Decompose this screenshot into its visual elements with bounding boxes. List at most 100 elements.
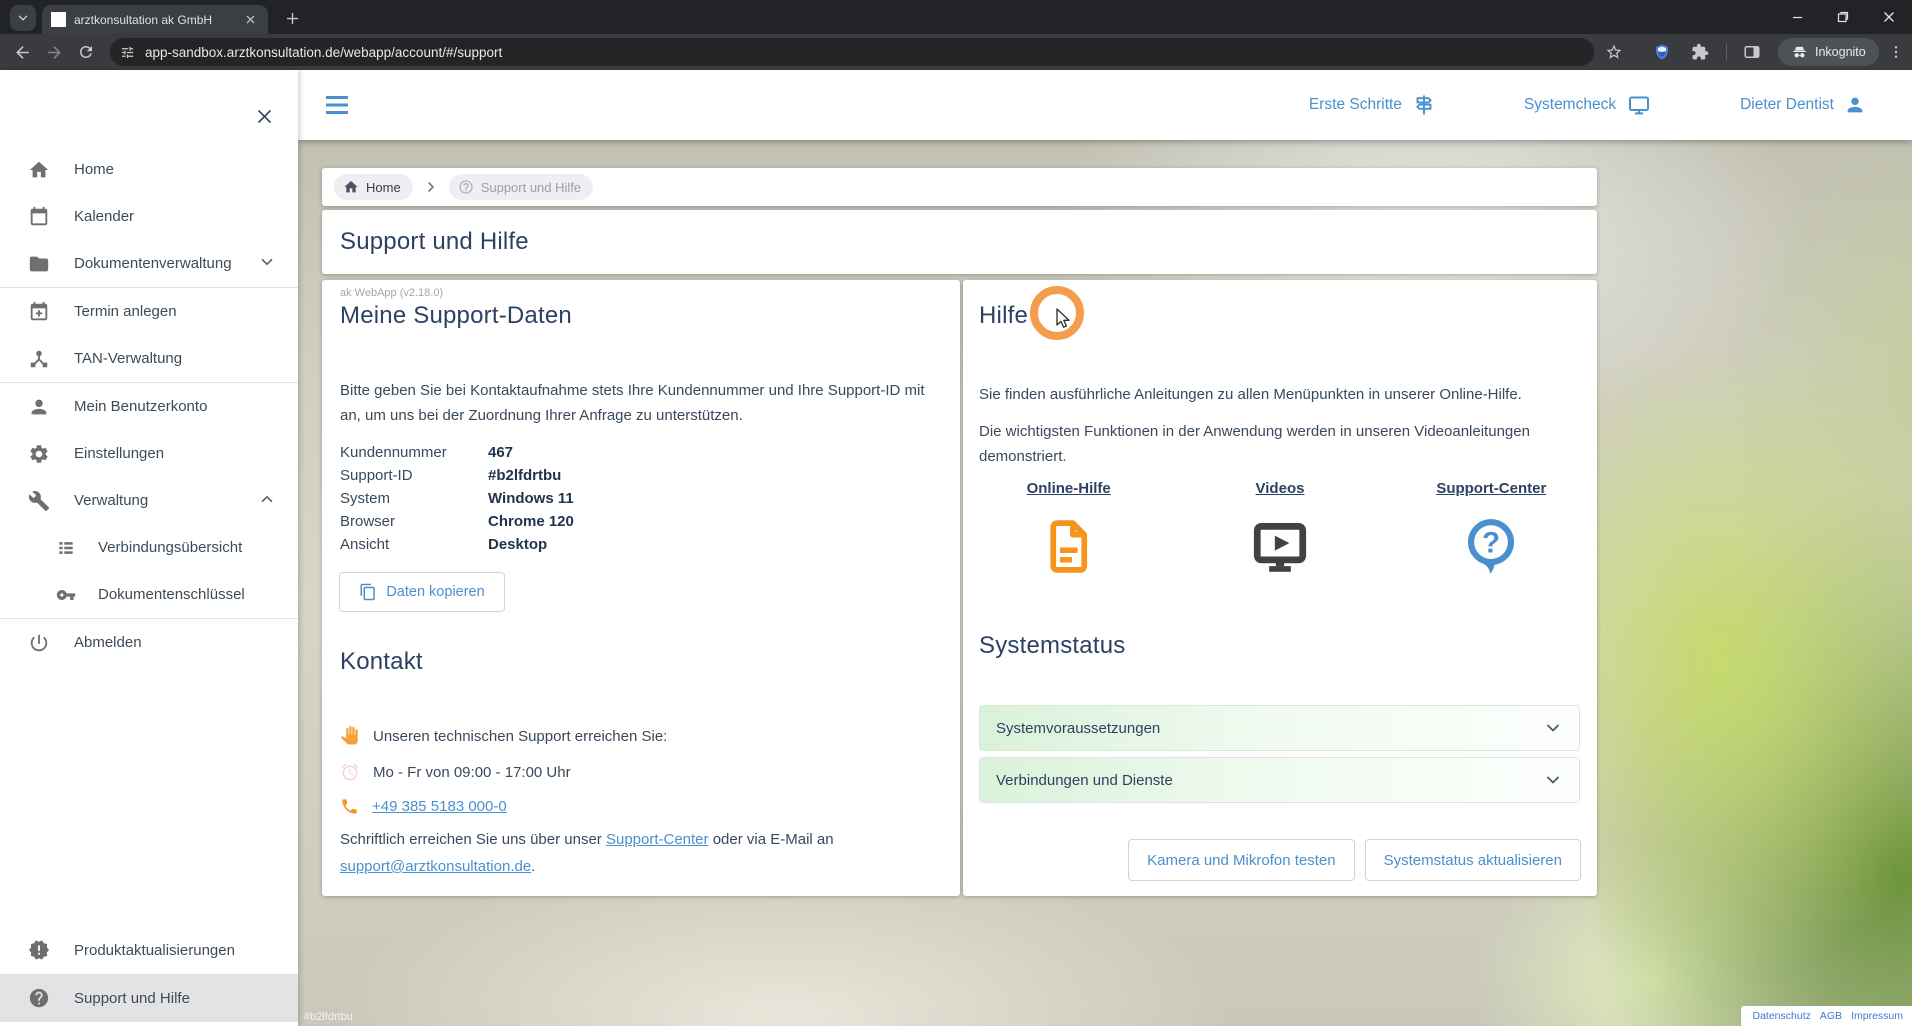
field-label: System [340, 490, 488, 507]
alarm-clock-icon [340, 762, 360, 782]
copy-data-button[interactable]: Daten kopieren [339, 572, 505, 612]
contact-row-hours: Mo - Fr von 09:00 - 17:00 Uhr [340, 760, 571, 784]
help-paragraph-1: Sie finden ausführliche Anleitungen zu a… [979, 382, 1579, 407]
tab-search-button[interactable] [10, 5, 36, 31]
breadcrumb-current-label: Support und Hilfe [481, 180, 581, 195]
key-icon [56, 585, 76, 605]
phone-link[interactable]: +49 385 5183 000-0 [372, 798, 507, 815]
monitor-icon [1626, 93, 1652, 117]
new-tab-button[interactable] [280, 6, 304, 30]
app-header: Erste Schritte Systemcheck Dieter Dentis… [298, 70, 1912, 140]
sidebar-item-benutzerkonto[interactable]: Mein Benutzerkonto [0, 383, 298, 430]
hamburger-icon [326, 95, 350, 115]
help-paragraph-2: Die wichtigsten Funktionen in der Anwend… [979, 419, 1579, 469]
erste-schritte-link[interactable]: Erste Schritte [1309, 93, 1436, 117]
field-value: Desktop [488, 536, 547, 553]
accordion-verbindungen-dienste[interactable]: Verbindungen und Dienste [979, 757, 1580, 803]
sidebar-item-produktaktualisierungen[interactable]: Produktaktualisierungen [0, 926, 298, 974]
incognito-icon [1791, 44, 1808, 61]
help-circle-icon [28, 987, 50, 1009]
sidebar-item-dokumentenverwaltung[interactable]: Dokumentenverwaltung [0, 240, 298, 287]
agb-link[interactable]: AGB [1820, 1010, 1842, 1022]
extension-shield-icon[interactable] [1650, 40, 1674, 64]
hand-icon [340, 726, 360, 746]
videos-link[interactable]: Videos [1174, 480, 1385, 497]
signpost-icon [1412, 93, 1436, 117]
incognito-badge[interactable]: Inkognito [1778, 38, 1879, 66]
sidebar-item-label: Dokumentenverwaltung [74, 255, 232, 272]
field-row: AnsichtDesktop [340, 533, 574, 556]
toolbar-divider [1726, 44, 1727, 60]
support-center-icon-button[interactable]: ? [1386, 516, 1597, 580]
sidebar-item-verbindungsuebersicht[interactable]: Verbindungsübersicht [0, 524, 298, 571]
calendar-icon [28, 206, 50, 228]
restore-button[interactable] [1820, 0, 1866, 34]
side-panel-icon[interactable] [1740, 40, 1764, 64]
field-value: #b2lfdrtbu [488, 467, 561, 484]
app-window: Home Kalender Dokumentenverwaltung Termi… [0, 70, 1912, 1026]
sidebar-item-kalender[interactable]: Kalender [0, 193, 298, 240]
url-text: app-sandbox.arztkonsultation.de/webapp/a… [145, 45, 502, 60]
videos-icon-button[interactable] [1174, 516, 1385, 580]
close-window-button[interactable] [1866, 0, 1912, 34]
datenschutz-link[interactable]: Datenschutz [1753, 1010, 1811, 1022]
sidebar-item-label: TAN-Verwaltung [74, 350, 182, 367]
breadcrumb-home[interactable]: Home [334, 174, 413, 200]
contact-support-text: Unseren technischen Support erreichen Si… [373, 728, 667, 745]
sidebar-item-label: Home [74, 161, 114, 178]
back-button[interactable] [10, 40, 34, 64]
accordion-label: Systemvoraussetzungen [996, 720, 1160, 737]
forward-button[interactable] [42, 40, 66, 64]
person-icon [1844, 94, 1866, 116]
support-data-card: ak WebApp (v2.18.0) Meine Support-Daten … [322, 280, 960, 896]
copy-data-label: Daten kopieren [386, 584, 484, 600]
browser-toolbar: app-sandbox.arztkonsultation.de/webapp/a… [0, 34, 1912, 70]
minimize-button[interactable] [1774, 0, 1820, 34]
url-bar[interactable]: app-sandbox.arztkonsultation.de/webapp/a… [110, 38, 1594, 66]
sidebar-close-button[interactable] [252, 104, 276, 128]
user-menu[interactable]: Dieter Dentist [1740, 94, 1866, 116]
sidebar-item-abmelden[interactable]: Abmelden [0, 619, 298, 666]
mouse-cursor [1052, 307, 1074, 331]
systemstatus-aktualisieren-button[interactable]: Systemstatus aktualisieren [1365, 839, 1581, 881]
sidebar-item-verwaltung[interactable]: Verwaltung [0, 477, 298, 524]
help-title: Hilfe [979, 302, 1028, 330]
help-card: Hilfe Sie finden ausführliche Anleitunge… [963, 280, 1597, 896]
bookmark-star-icon[interactable] [1602, 40, 1626, 64]
support-email-link[interactable]: support@arztkonsultation.de [340, 858, 531, 875]
accordion-systemvoraussetzungen[interactable]: Systemvoraussetzungen [979, 705, 1580, 751]
sidebar-item-label: Produktaktualisierungen [74, 942, 235, 959]
support-center-link[interactable]: Support-Center [606, 831, 709, 848]
sidebar-bottom: Produktaktualisierungen Support und Hilf… [0, 926, 298, 1022]
sidebar-item-home[interactable]: Home [0, 146, 298, 193]
impressum-link[interactable]: Impressum [1851, 1010, 1903, 1022]
systemcheck-label: Systemcheck [1524, 96, 1616, 114]
hub-icon [28, 348, 50, 370]
sidebar-item-einstellungen[interactable]: Einstellungen [0, 430, 298, 477]
gear-icon [28, 443, 50, 465]
tab-close-icon[interactable] [242, 11, 259, 28]
screen: arztkonsultation ak GmbH app-sandbox.arz… [0, 0, 1912, 1026]
sidebar-item-support-und-hilfe[interactable]: Support und Hilfe [0, 974, 298, 1022]
reload-button[interactable] [74, 40, 98, 64]
tab-favicon [51, 12, 66, 27]
written-contact-text: Schriftlich erreichen Sie uns über unser… [340, 826, 934, 880]
systemcheck-link[interactable]: Systemcheck [1524, 93, 1652, 117]
sidebar-item-dokumentenschluessel[interactable]: Dokumentenschlüssel [0, 571, 298, 618]
breadcrumb-home-label: Home [366, 180, 401, 195]
user-name-label: Dieter Dentist [1740, 96, 1834, 114]
wrench-icon [28, 490, 50, 512]
browser-menu-kebab-icon[interactable] [1884, 40, 1908, 64]
online-hilfe-link[interactable]: Online-Hilfe [963, 480, 1174, 497]
menu-hamburger-button[interactable] [326, 95, 350, 115]
sidebar-item-termin-anlegen[interactable]: Termin anlegen [0, 288, 298, 335]
app-header-links: Erste Schritte Systemcheck Dieter Dentis… [1309, 93, 1912, 117]
sidebar-item-tan-verwaltung[interactable]: TAN-Verwaltung [0, 335, 298, 382]
browser-tab[interactable]: arztkonsultation ak GmbH [42, 5, 268, 34]
extensions-puzzle-icon[interactable] [1688, 40, 1712, 64]
kamera-mikrofon-testen-button[interactable]: Kamera und Mikrofon testen [1128, 839, 1354, 881]
page-title-bar: Support und Hilfe [322, 210, 1597, 274]
contact-row-phone: +49 385 5183 000-0 [340, 794, 507, 818]
support-center-link[interactable]: Support-Center [1386, 480, 1597, 497]
online-hilfe-icon-button[interactable] [963, 516, 1174, 580]
